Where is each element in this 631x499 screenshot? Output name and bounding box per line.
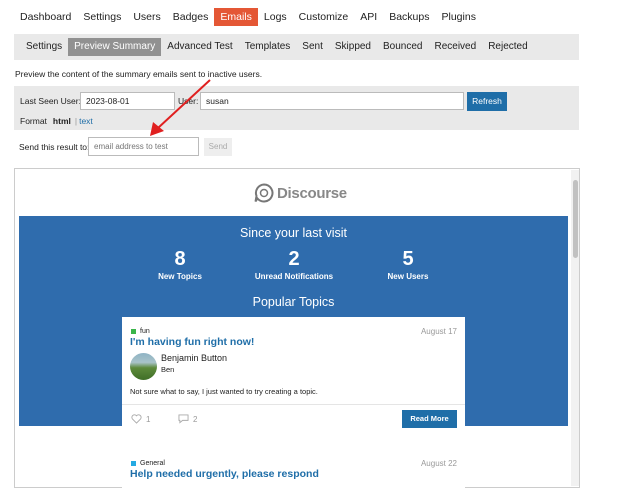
send-result-label: Send this result to: xyxy=(19,142,90,152)
nav-settings[interactable]: Settings xyxy=(77,8,127,26)
user-input[interactable] xyxy=(200,92,464,110)
tab-templates[interactable]: Templates xyxy=(239,38,297,56)
replies-count: 2 xyxy=(178,414,197,424)
tab-bounced[interactable]: Bounced xyxy=(377,38,428,56)
likes-value: 1 xyxy=(146,414,151,424)
format-separator: | xyxy=(74,116,78,126)
admin-emails-page: Dashboard Settings Users Badges Emails L… xyxy=(0,0,631,499)
refresh-button[interactable]: Refresh xyxy=(467,92,507,111)
tab-received[interactable]: Received xyxy=(428,38,482,56)
stat-label: New Users xyxy=(387,272,429,281)
topic-category[interactable]: fun xyxy=(131,328,150,335)
discourse-logo: Discourse xyxy=(254,183,347,203)
topic-category[interactable]: General xyxy=(131,460,165,467)
emails-sub-nav: Settings Preview Summary Advanced Test T… xyxy=(14,34,579,60)
nav-dashboard[interactable]: Dashboard xyxy=(14,8,77,26)
page-description: Preview the content of the summary email… xyxy=(15,69,263,79)
nav-customize[interactable]: Customize xyxy=(293,8,355,26)
format-text-link[interactable]: text xyxy=(79,116,93,126)
test-email-input[interactable] xyxy=(88,137,199,156)
stat-new-topics: 8 New Topics xyxy=(150,248,210,281)
tab-preview-summary[interactable]: Preview Summary xyxy=(68,38,162,56)
tab-skipped[interactable]: Skipped xyxy=(329,38,377,56)
topic-date: August 17 xyxy=(420,327,457,336)
heart-icon xyxy=(131,414,142,424)
send-button[interactable]: Send xyxy=(204,138,232,156)
author-avatar xyxy=(130,353,157,380)
read-more-button[interactable]: Read More xyxy=(402,410,457,428)
preview-scrollbar-thumb[interactable] xyxy=(572,180,578,258)
admin-top-nav: Dashboard Settings Users Badges Emails L… xyxy=(14,8,482,26)
nav-logs[interactable]: Logs xyxy=(258,8,293,26)
tab-settings[interactable]: Settings xyxy=(20,38,68,56)
category-name: General xyxy=(140,460,165,467)
nav-users[interactable]: Users xyxy=(127,8,166,26)
user-label: User: xyxy=(178,96,199,106)
popular-topics-heading: Popular Topics xyxy=(252,295,335,309)
stat-label: New Topics xyxy=(158,272,202,281)
nav-backups[interactable]: Backups xyxy=(383,8,435,26)
hero-title: Since your last visit xyxy=(240,226,347,240)
format-html-option[interactable]: html xyxy=(53,116,71,126)
comment-icon xyxy=(178,414,189,424)
discourse-logo-text: Discourse xyxy=(277,184,347,202)
author-username: Ben xyxy=(161,365,175,374)
preview-scrollbar[interactable] xyxy=(571,170,579,486)
author-name: Benjamin Button xyxy=(161,353,228,363)
stat-value: 2 xyxy=(288,248,300,270)
format-selector: Format html | text xyxy=(20,116,93,126)
nav-badges[interactable]: Badges xyxy=(167,8,215,26)
card-divider xyxy=(122,404,465,405)
category-color-swatch xyxy=(131,329,136,334)
topic-date: August 22 xyxy=(420,459,457,468)
nav-plugins[interactable]: Plugins xyxy=(436,8,482,26)
tab-advanced-test[interactable]: Advanced Test xyxy=(161,38,238,56)
format-label: Format xyxy=(20,116,47,126)
category-color-swatch xyxy=(131,461,136,466)
tab-sent[interactable]: Sent xyxy=(296,38,329,56)
stat-value: 8 xyxy=(174,248,186,270)
topic-excerpt: Not sure what to say, I just wanted to t… xyxy=(130,387,318,396)
topic-title-link[interactable]: Help needed urgently, please respond xyxy=(130,468,319,480)
topic-title-link[interactable]: I'm having fun right now! xyxy=(130,336,254,348)
nav-api[interactable]: API xyxy=(354,8,383,26)
category-name: fun xyxy=(140,328,150,335)
last-seen-label: Last Seen User: xyxy=(20,96,81,106)
stat-label: Unread Notifications xyxy=(254,272,334,281)
stat-new-users: 5 New Users xyxy=(378,248,438,281)
nav-emails[interactable]: Emails xyxy=(214,8,258,26)
last-seen-date-input[interactable] xyxy=(80,92,175,110)
stat-unread-notifications: 2 Unread Notifications xyxy=(244,248,344,281)
likes-count: 1 xyxy=(131,414,150,424)
discourse-logo-icon xyxy=(254,183,274,203)
tab-rejected[interactable]: Rejected xyxy=(482,38,533,56)
stat-value: 5 xyxy=(402,248,414,270)
replies-value: 2 xyxy=(193,414,198,424)
